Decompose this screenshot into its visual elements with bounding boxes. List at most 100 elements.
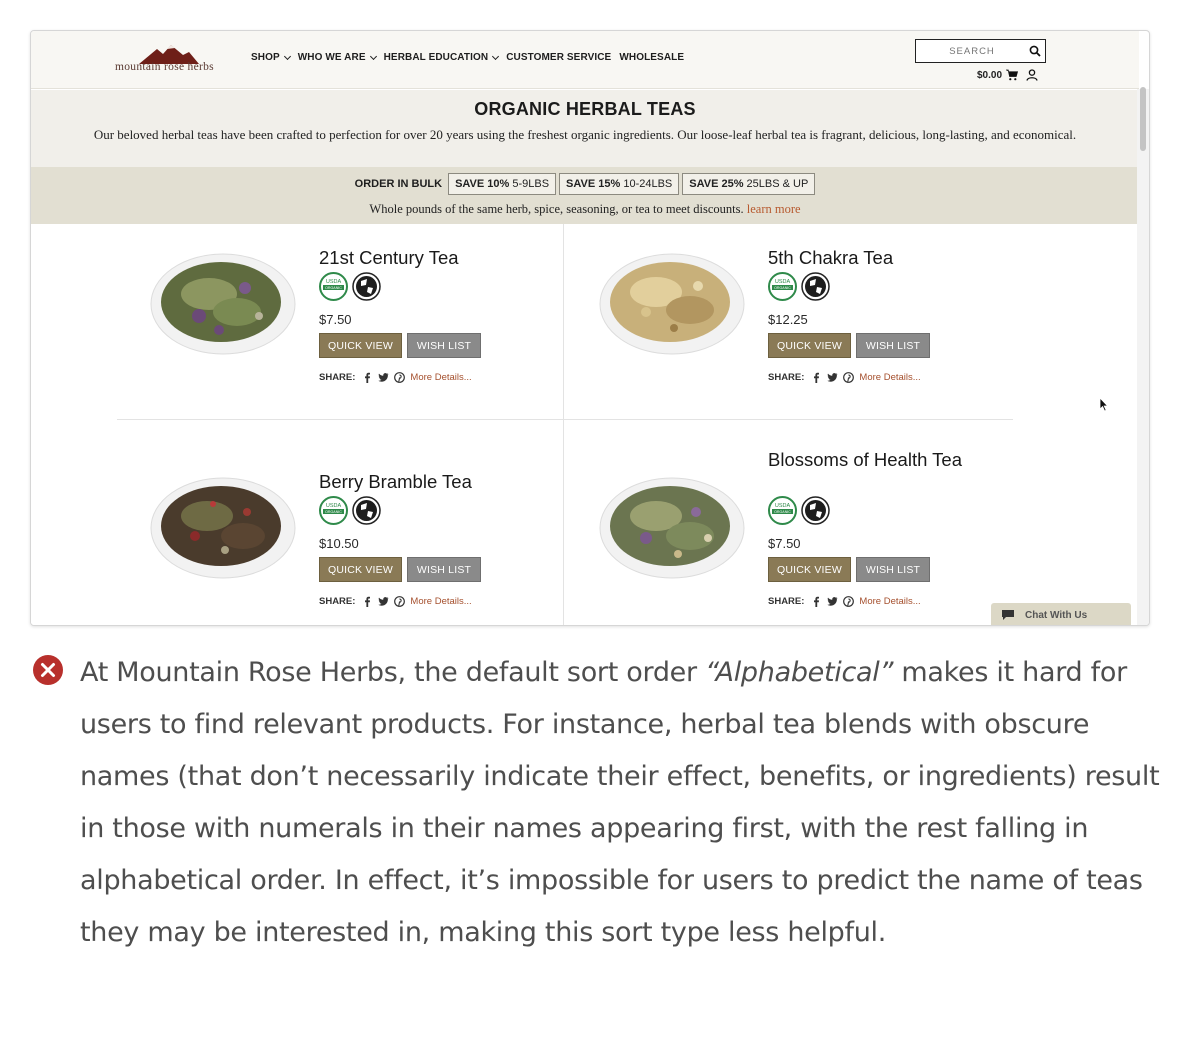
nav-herbal-education[interactable]: HERBAL EDUCATION	[384, 52, 500, 63]
category-intro: ORGANIC HERBAL TEAS Our beloved herbal t…	[31, 90, 1139, 167]
account-icon[interactable]	[1026, 69, 1038, 81]
nav-who-we-are[interactable]: WHO WE ARE	[298, 52, 377, 63]
product-name[interactable]: Blossoms of Health Tea	[768, 448, 968, 471]
quick-view-button[interactable]: QUICK VIEW	[768, 557, 851, 582]
more-details-link[interactable]: More Details...	[859, 372, 920, 383]
share-row: SHARE: More Details...	[768, 596, 921, 607]
fair-trade-globe-icon	[352, 496, 381, 525]
chat-label: Chat With Us	[1025, 609, 1088, 621]
facebook-icon[interactable]	[811, 372, 822, 383]
learn-more-link[interactable]: learn more	[747, 202, 801, 216]
bulk-label: ORDER IN BULK	[354, 178, 443, 190]
fair-trade-globe-icon	[801, 496, 830, 525]
page-title: ORGANIC HERBAL TEAS	[474, 99, 696, 119]
organic-text: ORGANIC	[325, 510, 342, 514]
caption-emphasis: “Alphabetical”	[705, 657, 894, 688]
twitter-icon[interactable]	[827, 372, 838, 383]
bulk-tier-save: SAVE 10%	[455, 178, 510, 190]
product-name[interactable]: Berry Bramble Tea	[319, 470, 519, 493]
product-image[interactable]	[598, 246, 758, 358]
product-image[interactable]	[149, 246, 309, 358]
quick-view-button[interactable]: QUICK VIEW	[319, 333, 402, 358]
pinterest-icon[interactable]	[394, 596, 406, 607]
bulk-tier-range: 10-24LBS	[623, 178, 673, 190]
product-name[interactable]: 5th Chakra Tea	[768, 246, 968, 269]
pinterest-icon[interactable]	[394, 372, 406, 383]
badges: USDA ORGANIC	[319, 496, 381, 525]
cart-row: $0.00	[977, 69, 1038, 81]
product-card: Blossoms of Health Tea USDA ORGANIC $7.50…	[598, 448, 1038, 625]
caption-after: makes it hard for users to find relevant…	[80, 657, 1160, 948]
product-price: $7.50	[319, 312, 352, 327]
bulk-tier-save: SAVE 25%	[689, 178, 744, 190]
product-image[interactable]	[598, 470, 758, 582]
usda-organic-icon: USDAORGANIC	[768, 496, 797, 525]
nav-wholesale[interactable]: WHOLESALE	[619, 52, 684, 63]
search-box	[915, 39, 1046, 63]
chat-bubble-icon	[1002, 610, 1014, 620]
facebook-icon[interactable]	[362, 596, 373, 607]
cart-icon[interactable]	[1006, 69, 1019, 81]
facebook-icon[interactable]	[811, 596, 822, 607]
share-row: SHARE: More Details...	[319, 596, 472, 607]
nav-label: WHOLESALE	[619, 52, 685, 63]
nav-shop[interactable]: SHOP	[251, 52, 291, 63]
facebook-icon[interactable]	[362, 372, 373, 383]
product-image[interactable]	[149, 470, 309, 582]
search-icon[interactable]	[1029, 45, 1041, 57]
bulk-tier-save: SAVE 15%	[566, 178, 621, 190]
main-nav: SHOP WHO WE ARE HERBAL EDUCATION CUSTOME…	[251, 52, 684, 63]
bulk-tier-range: 25LBS & UP	[746, 178, 809, 190]
badges: USDA ORGANIC	[768, 496, 830, 525]
chat-widget-tab[interactable]: Chat With Us	[991, 603, 1131, 625]
product-grid: 21st Century Tea USDA ORGANIC $7.50 QUICK…	[31, 224, 1139, 625]
share-label: SHARE:	[768, 372, 805, 383]
nav-label: CUSTOMER SERVICE	[506, 52, 612, 63]
nav-customer-service[interactable]: CUSTOMER SERVICE	[506, 52, 611, 63]
product-actions: QUICK VIEW WISH LIST	[768, 333, 930, 358]
usda-organic-icon: USDAORGANIC	[319, 272, 348, 301]
product-price: $12.25	[768, 312, 808, 327]
product-card: Berry Bramble Tea USDA ORGANIC $10.50 QUI…	[149, 470, 589, 625]
organic-text: ORGANIC	[774, 286, 791, 290]
cart-total[interactable]: $0.00	[977, 70, 1002, 81]
organic-text: ORGANIC	[774, 510, 791, 514]
bulk-note-text: Whole pounds of the same herb, spice, se…	[369, 202, 744, 216]
search-input[interactable]	[918, 42, 1026, 60]
more-details-link[interactable]: More Details...	[410, 596, 471, 607]
share-label: SHARE:	[319, 596, 356, 607]
usda-organic-icon: USDAORGANIC	[768, 272, 797, 301]
share-row: SHARE: More Details...	[768, 372, 921, 383]
scrollbar-track[interactable]	[1137, 89, 1149, 625]
quick-view-button[interactable]: QUICK VIEW	[768, 333, 851, 358]
wish-list-button[interactable]: WISH LIST	[407, 557, 481, 582]
twitter-icon[interactable]	[827, 596, 838, 607]
share-label: SHARE:	[768, 596, 805, 607]
wish-list-button[interactable]: WISH LIST	[856, 333, 930, 358]
wish-list-button[interactable]: WISH LIST	[856, 557, 930, 582]
usda-organic-icon: USDAORGANIC	[319, 496, 348, 525]
wish-list-button[interactable]: WISH LIST	[407, 333, 481, 358]
caption-before: At Mountain Rose Herbs, the default sort…	[80, 657, 706, 688]
pinterest-icon[interactable]	[843, 596, 855, 607]
share-row: SHARE: More Details...	[319, 372, 472, 383]
more-details-link[interactable]: More Details...	[859, 596, 920, 607]
error-x-icon	[33, 655, 63, 685]
twitter-icon[interactable]	[378, 372, 389, 383]
badges: USDA ORGANIC	[319, 272, 381, 301]
fair-trade-globe-icon	[352, 272, 381, 301]
logo-text: mountain rose herbs	[115, 61, 214, 73]
product-actions: QUICK VIEW WISH LIST	[319, 333, 481, 358]
twitter-icon[interactable]	[378, 596, 389, 607]
bulk-discount-bar: ORDER IN BULK SAVE 10% 5-9LBS SAVE 15% 1…	[31, 167, 1139, 224]
mouse-cursor-icon	[1099, 397, 1109, 412]
bulk-tier-25: SAVE 25% 25LBS & UP	[682, 173, 816, 195]
more-details-link[interactable]: More Details...	[410, 372, 471, 383]
site-logo[interactable]: mountain rose herbs	[115, 43, 223, 77]
product-name[interactable]: 21st Century Tea	[319, 246, 519, 269]
bulk-tier-15: SAVE 15% 10-24LBS	[559, 173, 680, 195]
pinterest-icon[interactable]	[843, 372, 855, 383]
quick-view-button[interactable]: QUICK VIEW	[319, 557, 402, 582]
scrollbar-thumb[interactable]	[1140, 87, 1146, 151]
usda-text: USDA	[326, 503, 342, 509]
